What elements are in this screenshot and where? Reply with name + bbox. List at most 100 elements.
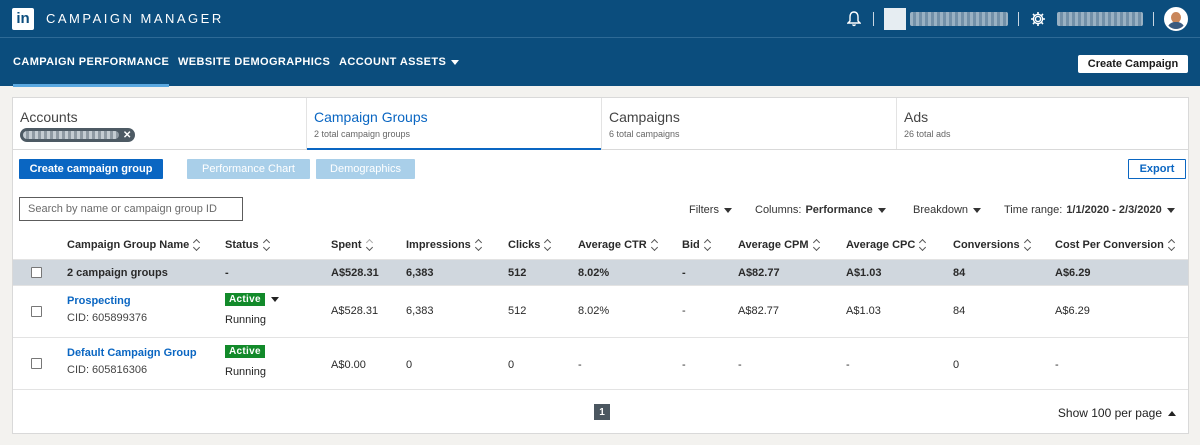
linkedin-logo-icon[interactable]: in	[12, 7, 34, 30]
tab-campaigns[interactable]: Campaigns 6 total campaigns	[602, 98, 897, 149]
column-header-conversions[interactable]: Conversions	[953, 239, 1031, 251]
sort-icon	[194, 240, 200, 250]
summary-status: -	[225, 267, 229, 279]
gear-icon[interactable]	[1029, 10, 1047, 28]
cpc-value: -	[846, 359, 850, 371]
create-campaign-group-button[interactable]: Create campaign group	[19, 159, 163, 179]
columns-dropdown[interactable]: Columns: Performance	[755, 204, 886, 216]
account-switcher[interactable]	[884, 7, 1008, 30]
user-name-redacted[interactable]	[1057, 11, 1143, 26]
sort-icon	[476, 240, 482, 250]
tab-ads[interactable]: Ads 26 total ads	[897, 98, 1190, 149]
cost-per-conversion-value: -	[1055, 359, 1059, 371]
summary-conversions: 84	[953, 267, 966, 279]
chevron-down-icon	[723, 207, 732, 213]
avatar[interactable]	[1164, 6, 1188, 31]
column-header-clicks[interactable]: Clicks	[508, 239, 551, 251]
column-header-cost-per-conversion[interactable]: Cost Per Conversion	[1055, 239, 1175, 251]
select-all-checkbox[interactable]	[31, 267, 42, 278]
clicks-value: 0	[508, 359, 515, 371]
chevron-down-icon[interactable]	[270, 296, 279, 302]
export-button[interactable]: Export	[1128, 159, 1186, 179]
column-header-average-cpm[interactable]: Average CPM	[738, 239, 820, 251]
account-name-redacted	[23, 131, 119, 139]
cpc-value: A$1.03	[846, 305, 881, 317]
header-label: Average CPC	[846, 239, 916, 251]
main-panel: Accounts ✕ Campaign Groups 2 total campa…	[12, 97, 1189, 434]
demographics-button[interactable]: Demographics	[316, 159, 415, 179]
create-campaign-button[interactable]: Create Campaign	[1078, 55, 1188, 73]
search-input[interactable]	[19, 197, 243, 221]
columns-prefix: Columns:	[755, 204, 802, 216]
status-cell: Active Running	[225, 345, 266, 378]
column-header-name[interactable]: Campaign Group Name	[67, 239, 200, 251]
nav-website-demographics[interactable]: WEBSITE DEMOGRAPHICS	[178, 38, 330, 86]
nav-campaign-performance[interactable]: CAMPAIGN PERFORMANCE	[13, 38, 170, 87]
campaign-group-link[interactable]: Default Campaign Group	[67, 347, 197, 359]
per-page-selector[interactable]: Show 100 per page	[1058, 406, 1176, 420]
campaign-groups-table: Campaign Group Name Status Spent Impress…	[13, 231, 1188, 390]
ctr-value: -	[578, 359, 582, 371]
clicks-value: 512	[508, 305, 527, 317]
column-header-average-cpc[interactable]: Average CPC	[846, 239, 926, 251]
close-icon[interactable]: ✕	[123, 130, 131, 141]
filters-label: Filters	[689, 204, 719, 216]
nav-account-assets[interactable]: ACCOUNT ASSETS	[339, 38, 460, 86]
bell-icon[interactable]	[845, 10, 863, 28]
sort-icon	[1169, 240, 1175, 250]
summary-clicks: 512	[508, 267, 527, 279]
row-checkbox[interactable]	[31, 306, 42, 317]
summary-ctr: 8.02%	[578, 267, 610, 279]
column-header-status[interactable]: Status	[225, 239, 270, 251]
account-name-redacted	[910, 11, 1008, 26]
tab-title: Ads	[904, 109, 929, 125]
column-header-spent[interactable]: Spent	[331, 239, 373, 251]
campaign-group-id: CID: 605816306	[67, 364, 148, 376]
cpm-value: A$82.77	[738, 305, 779, 317]
filters-dropdown[interactable]: Filters	[689, 204, 732, 216]
table-row: Prospecting CID: 605899376 Active Runnin…	[13, 286, 1188, 338]
columns-value: Performance	[805, 204, 873, 216]
page-1-button[interactable]: 1	[594, 404, 610, 420]
chevron-down-icon	[451, 59, 460, 65]
tab-accounts[interactable]: Accounts ✕	[13, 98, 307, 149]
header-label: Average CPM	[738, 239, 809, 251]
status-badge[interactable]: Active	[225, 293, 265, 306]
summary-impressions: 6,383	[406, 267, 434, 279]
column-header-average-ctr[interactable]: Average CTR	[578, 239, 658, 251]
run-state: Running	[225, 314, 266, 326]
spent-value: A$0.00	[331, 359, 366, 371]
spent-value: A$528.31	[331, 305, 379, 317]
header-label: Spent	[331, 239, 362, 251]
nav-bar: CAMPAIGN PERFORMANCE WEBSITE DEMOGRAPHIC…	[0, 37, 1200, 87]
row-checkbox[interactable]	[31, 358, 42, 369]
cost-per-conversion-value: A$6.29	[1055, 305, 1090, 317]
header-label: Bid	[682, 239, 700, 251]
header-label: Clicks	[508, 239, 541, 251]
account-thumbnail	[884, 7, 906, 30]
header-label: Average CTR	[578, 239, 647, 251]
summary-cost-per-conversion: A$6.29	[1055, 267, 1091, 279]
conversions-value: 0	[953, 359, 960, 371]
time-range-dropdown[interactable]: Time range: 1/1/2020 - 2/3/2020	[1004, 204, 1175, 216]
tab-title: Campaigns	[609, 109, 680, 125]
status-badge[interactable]: Active	[225, 345, 265, 358]
campaign-group-link[interactable]: Prospecting	[67, 295, 147, 307]
time-range-value: 1/1/2020 - 2/3/2020	[1066, 204, 1162, 216]
summary-row: 2 campaign groups - A$528.31 6,383 512 8…	[13, 260, 1188, 286]
column-header-bid[interactable]: Bid	[682, 239, 711, 251]
chevron-down-icon	[877, 207, 886, 213]
breakdown-dropdown[interactable]: Breakdown	[913, 204, 982, 216]
tab-subtitle: 2 total campaign groups	[314, 129, 411, 139]
performance-chart-button[interactable]: Performance Chart	[187, 159, 310, 179]
tab-campaign-groups[interactable]: Campaign Groups 2 total campaign groups	[307, 98, 602, 150]
sort-icon	[814, 240, 820, 250]
summary-name: 2 campaign groups	[67, 267, 168, 279]
tab-title: Campaign Groups	[314, 109, 428, 125]
app-title: CAMPAIGN MANAGER	[46, 11, 224, 26]
column-header-impressions[interactable]: Impressions	[406, 239, 482, 251]
nav-label: WEBSITE DEMOGRAPHICS	[178, 56, 331, 68]
impressions-value: 6,383	[406, 305, 434, 317]
tab-title: Accounts	[20, 109, 78, 125]
account-filter-chip[interactable]: ✕	[20, 128, 136, 142]
